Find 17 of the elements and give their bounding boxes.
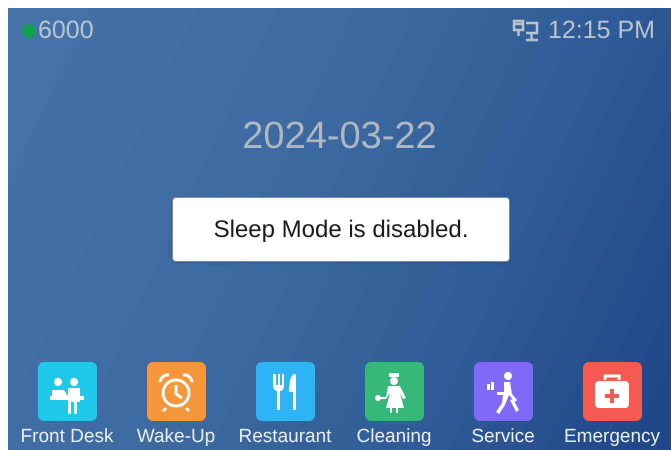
app-tile[interactable] <box>364 362 424 421</box>
app-label: Cleaning <box>356 425 432 449</box>
extension-number: 6000 <box>38 15 94 46</box>
network-icon <box>512 19 540 43</box>
app-label: Service <box>471 425 535 449</box>
app-tile[interactable] <box>582 362 642 421</box>
app-tile[interactable] <box>38 362 96 421</box>
app-label: Emergency <box>564 425 660 449</box>
app-label: Wake-Up <box>136 425 216 449</box>
app-tile[interactable] <box>256 362 314 421</box>
status-time: 12:15 PM <box>548 15 655 46</box>
app-label: Front Desk <box>20 425 114 449</box>
toast-message: Sleep Mode is disabled. <box>172 197 510 262</box>
app-label: Restaurant <box>238 425 332 449</box>
date-text: 2024-03-22 <box>242 114 437 158</box>
app-tile[interactable] <box>474 362 532 421</box>
app-tile[interactable] <box>146 362 206 421</box>
